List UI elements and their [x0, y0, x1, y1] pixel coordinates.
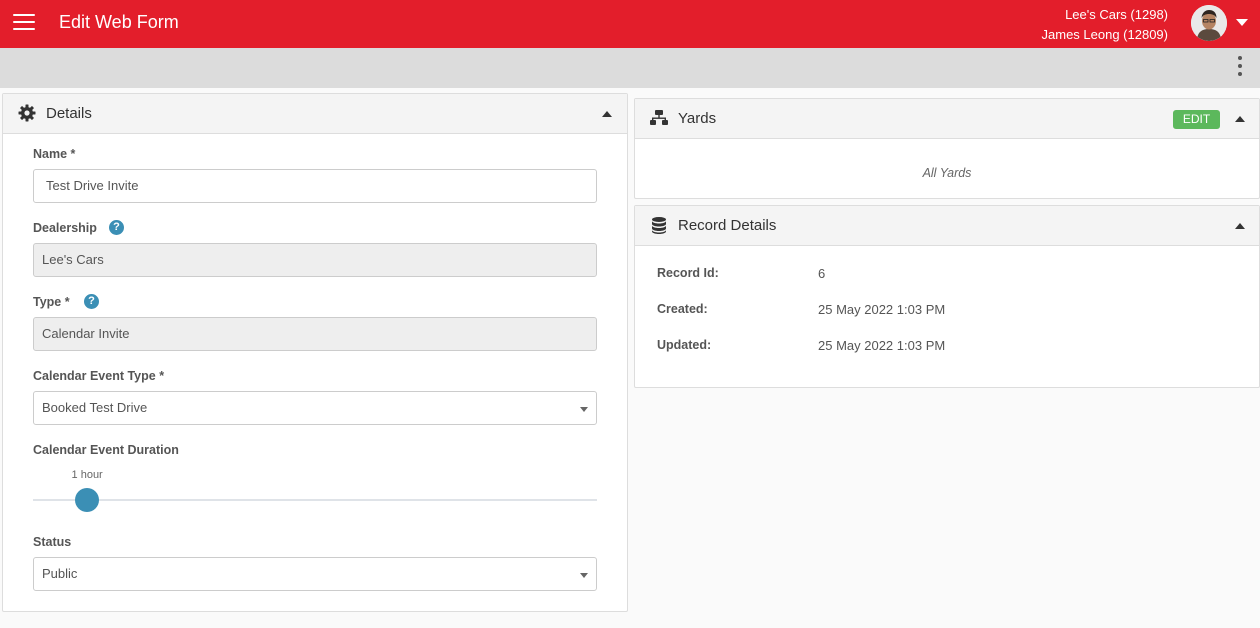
record-details-header[interactable]: Record Details: [635, 206, 1259, 246]
dropdown-caret-icon: [580, 573, 588, 578]
database-icon: [652, 217, 666, 234]
gear-icon: [18, 104, 36, 122]
record-details-title: Record Details: [678, 217, 777, 234]
toolbar: [0, 48, 1260, 88]
menu-icon[interactable]: [13, 14, 35, 32]
page-title: Edit Web Form: [59, 12, 179, 32]
dealership-field: Lee's Cars: [33, 243, 597, 277]
yards-summary: All Yards: [922, 166, 972, 180]
chevron-up-icon[interactable]: [1235, 116, 1245, 122]
dealer-name: Lee's Cars (1298): [1065, 7, 1168, 22]
chevron-up-icon[interactable]: [602, 111, 612, 117]
event-type-value: Booked Test Drive: [42, 400, 148, 415]
dealership-label: Dealership: [33, 221, 97, 235]
created-label: Created:: [657, 302, 708, 316]
record-id-label: Record Id:: [657, 266, 719, 280]
record-details-panel: Record Details Record Id: 6 Created: 25 …: [634, 205, 1260, 388]
user-name: James Leong (12809): [1041, 27, 1168, 42]
top-bar: Edit Web Form Lee's Cars (1298) James Le…: [0, 0, 1260, 48]
edit-yards-button[interactable]: EDIT: [1173, 110, 1220, 129]
more-options-icon[interactable]: [1236, 56, 1244, 80]
record-id-value: 6: [818, 266, 826, 281]
event-type-select[interactable]: Booked Test Drive: [33, 391, 597, 425]
type-field: Calendar Invite: [33, 317, 597, 351]
status-value: Public: [42, 566, 78, 581]
duration-value: 1 hour: [71, 469, 103, 481]
dropdown-caret-icon: [580, 407, 588, 412]
details-panel: Details Name * Test Drive Invite Dealers…: [2, 93, 628, 612]
event-type-label: Calendar Event Type *: [33, 369, 165, 383]
details-panel-header[interactable]: Details: [3, 94, 627, 134]
updated-label: Updated:: [657, 338, 712, 352]
chevron-down-icon[interactable]: [1236, 19, 1248, 26]
details-title: Details: [46, 105, 92, 122]
duration-slider-track[interactable]: [33, 499, 597, 501]
help-icon[interactable]: ?: [84, 294, 99, 309]
yards-panel: Yards EDIT All Yards: [634, 98, 1260, 199]
created-value: 25 May 2022 1:03 PM: [818, 302, 946, 317]
yards-icon: [650, 110, 668, 125]
account-info[interactable]: Lee's Cars (1298) James Leong (12809): [1042, 5, 1168, 45]
type-label: Type *: [33, 295, 70, 309]
updated-value: 25 May 2022 1:03 PM: [818, 338, 946, 353]
duration-label: Calendar Event Duration: [33, 443, 179, 457]
yards-panel-header[interactable]: Yards EDIT: [635, 99, 1259, 139]
status-select[interactable]: Public: [33, 557, 597, 591]
name-label: Name *: [33, 147, 76, 161]
name-input[interactable]: Test Drive Invite: [33, 169, 597, 203]
avatar[interactable]: [1191, 5, 1227, 41]
help-icon[interactable]: ?: [109, 220, 124, 235]
status-label: Status: [33, 535, 72, 549]
chevron-up-icon[interactable]: [1235, 223, 1245, 229]
yards-title: Yards: [678, 110, 717, 127]
duration-slider-handle[interactable]: [75, 488, 100, 512]
